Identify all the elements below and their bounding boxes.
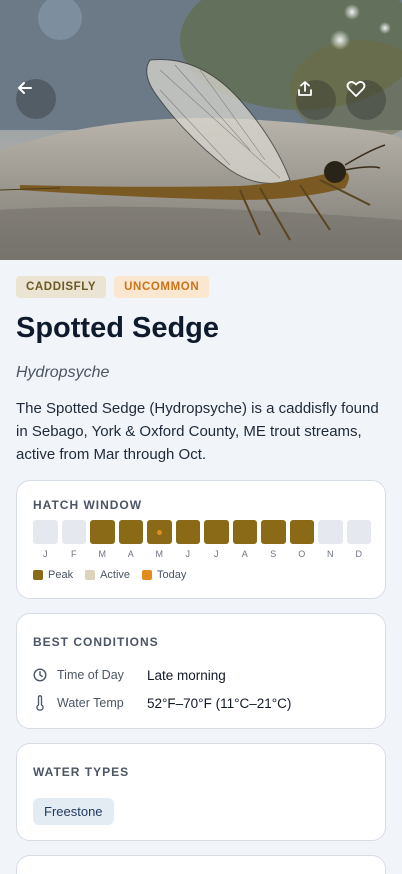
favorite-button[interactable] (346, 80, 386, 120)
legend-peak: Peak (33, 569, 73, 581)
water-types-card: WATER TYPES Freestone (16, 743, 386, 841)
rarity-badge: UNCOMMON (114, 276, 210, 298)
month-label: N (327, 549, 334, 559)
month-label: M (98, 549, 107, 559)
month-cell (33, 520, 58, 544)
page-title: Spotted Sedge (16, 312, 220, 344)
month-cell (232, 520, 257, 544)
month-cell (289, 520, 314, 544)
month-label: A (127, 549, 134, 559)
month-label: A (241, 549, 248, 559)
hatch-legend: Peak Active Today (33, 569, 186, 581)
month-label: J (185, 549, 191, 559)
month-column: D (346, 520, 371, 559)
month-cell (261, 520, 286, 544)
month-column: F (61, 520, 86, 559)
month-column: O (289, 520, 314, 559)
latin-name: Hydropsyche (16, 364, 110, 381)
peak-swatch (33, 570, 43, 580)
water-type-chip: Freestone (33, 798, 114, 825)
month-cell (318, 520, 343, 544)
month-column: J (33, 520, 58, 559)
active-swatch (85, 570, 96, 580)
water-temp-label: Water Temp (57, 696, 124, 710)
water-types-title: WATER TYPES (33, 765, 130, 779)
month-column: A (118, 520, 143, 559)
month-label: F (71, 549, 77, 559)
month-cell (90, 520, 115, 544)
month-label: O (298, 549, 306, 559)
share-icon (298, 81, 312, 96)
month-cell (147, 520, 172, 544)
month-cell (346, 520, 371, 544)
clock-icon (33, 667, 47, 683)
next-card (16, 855, 386, 874)
best-conditions-title: BEST CONDITIONS (33, 635, 159, 649)
legend-peak-label: Peak (48, 569, 74, 581)
month-column: S (261, 520, 286, 559)
time-of-day-label: Time of Day (57, 668, 124, 682)
month-column: A (232, 520, 257, 559)
month-cell (118, 520, 143, 544)
thermometer-icon (33, 695, 47, 711)
hatch-window-title: HATCH WINDOW (33, 498, 143, 512)
share-button[interactable] (296, 80, 336, 120)
hatch-window-card: HATCH WINDOW J F M A M J J A S O N D Peak Active To… (16, 480, 386, 599)
month-column: J (175, 520, 200, 559)
legend-today-label: Today (157, 569, 187, 581)
month-label: J (43, 549, 48, 559)
time-of-day-value: Late morning (147, 667, 226, 683)
description: The Spotted Sedge (Hydropsyche) is a cad… (16, 400, 379, 463)
month-cell (61, 520, 86, 544)
back-button[interactable] (16, 79, 56, 119)
today-swatch (142, 570, 153, 580)
month-column: J (204, 520, 229, 559)
month-label: J (214, 549, 219, 559)
time-of-day-row: Time of Day Late morning (33, 667, 226, 683)
badge-row: CADDISFLY UNCOMMON (16, 276, 210, 298)
month-label: S (270, 549, 277, 559)
month-cell (204, 520, 229, 544)
month-column: N (318, 520, 343, 559)
caddisfly-photo (0, 0, 402, 260)
legend-active: Active (85, 569, 130, 581)
month-cell (175, 520, 200, 544)
month-label: M (155, 549, 164, 559)
best-conditions-card: BEST CONDITIONS Time of Day Late morning… (16, 613, 386, 729)
month-grid: JFMAMJJASOND (33, 520, 371, 559)
water-temp-row: Water Temp 52°F–70°F (11°C–21°C) (33, 695, 291, 711)
month-column: M (147, 520, 172, 559)
legend-today: Today (142, 569, 186, 581)
heart-icon (346, 81, 366, 97)
arrow-left-icon (18, 82, 32, 94)
water-temp-value: 52°F–70°F (11°C–21°C) (147, 695, 292, 711)
month-label: D (355, 549, 363, 559)
legend-active-label: Active (100, 569, 131, 581)
month-column: M (90, 520, 115, 559)
today-marker (156, 529, 162, 535)
hero-image (0, 0, 402, 260)
type-badge: CADDISFLY (16, 276, 107, 298)
